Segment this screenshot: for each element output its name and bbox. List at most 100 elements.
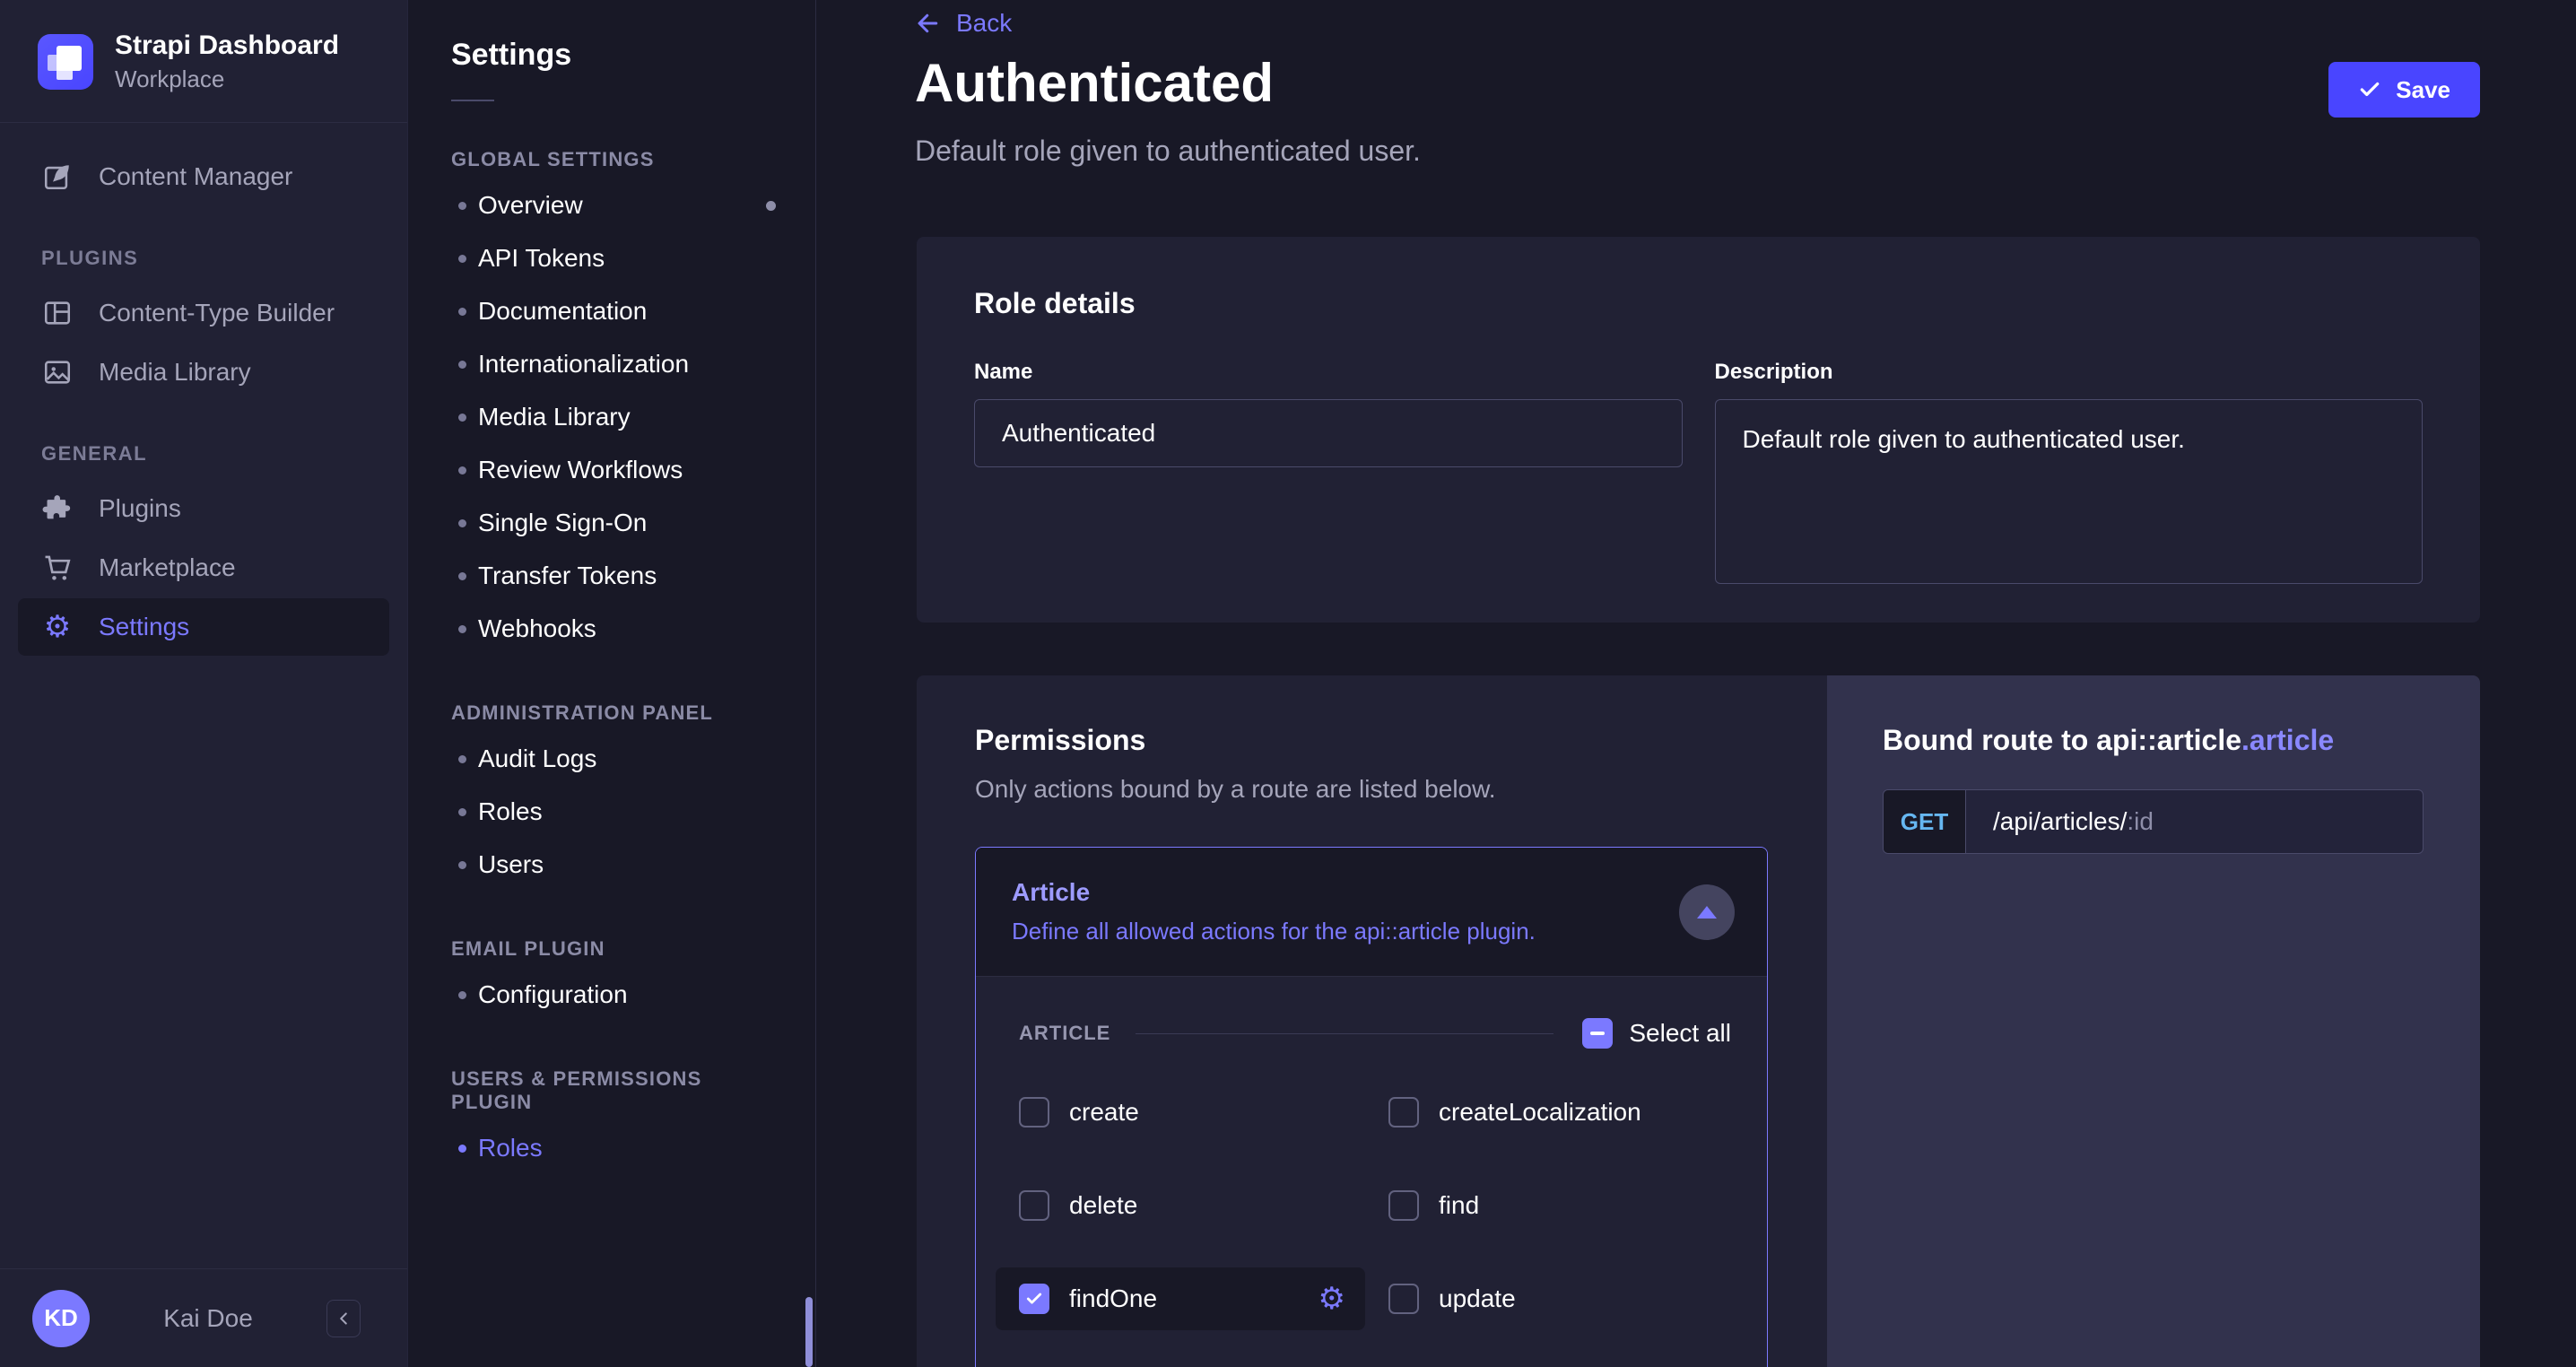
actions-grid: create createLocalization delete find fi… [996, 1092, 1731, 1330]
settings-item-documentation[interactable]: Documentation [408, 284, 815, 337]
gear-icon: ⚙ [43, 610, 72, 644]
name-input[interactable] [974, 399, 1683, 467]
advanced-settings-gear-icon[interactable]: ⚙ [1318, 1284, 1345, 1314]
settings-item-webhooks[interactable]: Webhooks [408, 602, 815, 655]
article-accordion-body: ARTICLE Select all create createLocaliza… [976, 977, 1767, 1367]
delete-checkbox[interactable] [1019, 1190, 1049, 1221]
article-accordion-header[interactable]: Article Define all allowed actions for t… [976, 848, 1767, 977]
createLocalization-checkbox[interactable] [1388, 1097, 1419, 1128]
settings-item-overview[interactable]: Overview [408, 178, 815, 231]
sidebar-item-content-manager[interactable]: Content Manager [18, 148, 389, 205]
main-navigation: Content Manager PLUGINS Content-Type Bui… [0, 123, 407, 656]
notification-dot [766, 200, 776, 211]
back-link[interactable]: Back [915, 9, 1012, 38]
description-textarea[interactable]: Default role given to authenticated user… [1714, 399, 2423, 584]
page-title: Authenticated [915, 53, 1275, 113]
article-group-row: ARTICLE Select all [1019, 1018, 1731, 1049]
user-row: KD Kai Doe [0, 1268, 407, 1367]
route-param: :id [2127, 807, 2154, 835]
findOne-checkbox[interactable] [1019, 1284, 1049, 1314]
settings-item-review-workflows[interactable]: Review Workflows [408, 443, 815, 496]
section-email-plugin: EMAIL PLUGIN [451, 937, 605, 960]
select-all-label: Select all [1629, 1019, 1731, 1047]
cart-icon [41, 552, 74, 584]
collapse-sidebar-button[interactable] [326, 1299, 361, 1337]
sidebar-item-marketplace[interactable]: Marketplace [18, 539, 389, 596]
section-global-settings: GLOBAL SETTINGS [451, 148, 655, 170]
bound-route-title: Bound route to api::article.article [1883, 724, 2335, 756]
permissions-subtitle: Only actions bound by a route are listed… [975, 775, 1496, 803]
name-label: Name [974, 360, 1033, 384]
sidebar-item-media-library[interactable]: Media Library [18, 344, 389, 401]
section-administration-panel: ADMINISTRATION PANEL [451, 701, 714, 724]
permissions-section: Permissions Only actions bound by a rout… [917, 675, 2480, 1367]
strapi-logo-icon [38, 34, 93, 90]
name-field-group: Name [974, 360, 1683, 588]
page-subtitle: Default role given to authenticated user… [915, 135, 1421, 167]
feather-icon [41, 161, 74, 193]
check-icon [1026, 1293, 1042, 1304]
http-method-badge: GET [1884, 790, 1966, 853]
sidebar-item-label: Content-Type Builder [99, 299, 335, 327]
sidebar-item-label: Settings [99, 613, 190, 640]
permission-findOne[interactable]: findOne ⚙ [996, 1267, 1365, 1330]
sidebar-item-plugins[interactable]: Plugins [18, 480, 389, 537]
primary-sidebar: Strapi Dashboard Workplace Content Manag… [0, 0, 408, 1367]
accordion-description: Define all allowed actions for the api::… [1012, 918, 1536, 945]
app-title: Strapi Dashboard [115, 30, 340, 60]
settings-item-single-sign-on[interactable]: Single Sign-On [408, 496, 815, 549]
settings-item-admin-roles[interactable]: Roles [408, 785, 815, 838]
group-label: ARTICLE [1019, 1022, 1111, 1044]
avatar[interactable]: KD [32, 1289, 90, 1347]
sidebar-item-settings[interactable]: ⚙ Settings [18, 598, 389, 656]
group-divider [1136, 1032, 1554, 1034]
permission-createLocalization: createLocalization [1388, 1092, 1731, 1133]
settings-item-media-library[interactable]: Media Library [408, 390, 815, 443]
sidebar-item-label: Content Manager [99, 162, 293, 190]
create-checkbox[interactable] [1019, 1097, 1049, 1128]
settings-item-internationalization[interactable]: Internationalization [408, 337, 815, 390]
permission-create: create [1019, 1092, 1388, 1133]
select-all-checkbox[interactable] [1582, 1018, 1614, 1049]
permissions-card: Permissions Only actions bound by a rout… [917, 675, 1827, 1367]
role-details-card: Role details Name Description Default ro… [917, 237, 2480, 623]
arrow-left-icon [915, 10, 942, 37]
collapse-accordion-button[interactable] [1679, 884, 1735, 940]
settings-item-up-roles[interactable]: Roles [408, 1121, 815, 1174]
workspace-switcher[interactable]: Strapi Dashboard Workplace [0, 0, 407, 123]
sidebar-section-plugins: PLUGINS [41, 247, 139, 269]
content-type-builder-icon [41, 297, 74, 329]
settings-item-configuration[interactable]: Configuration [408, 968, 815, 1021]
sidebar-item-label: Plugins [99, 494, 181, 522]
route-bar: GET /api/articles/:id [1883, 789, 2424, 854]
settings-item-audit-logs[interactable]: Audit Logs [408, 732, 815, 785]
permission-find: find [1388, 1185, 1731, 1226]
update-checkbox[interactable] [1388, 1284, 1419, 1314]
settings-item-transfer-tokens[interactable]: Transfer Tokens [408, 549, 815, 602]
check-icon [2358, 78, 2381, 101]
bound-route-panel: Bound route to api::article.article GET … [1827, 675, 2480, 1367]
chevron-up-icon [1697, 905, 1717, 919]
settings-sidebar-title: Settings [451, 38, 572, 72]
main-content: Back Authenticated Default role given to… [816, 0, 2576, 1367]
sidebar-section-general: GENERAL [41, 442, 148, 465]
sidebar-item-label: Media Library [99, 358, 251, 386]
puzzle-icon [41, 492, 74, 525]
settings-item-users[interactable]: Users [408, 838, 815, 891]
sidebar-item-label: Marketplace [99, 553, 236, 581]
find-checkbox[interactable] [1388, 1190, 1419, 1221]
permission-delete: delete [1019, 1185, 1388, 1226]
scrollbar-thumb[interactable] [805, 1297, 813, 1367]
article-accordion: Article Define all allowed actions for t… [975, 847, 1768, 1367]
chevron-left-icon [334, 1309, 353, 1328]
description-field-group: Description Default role given to authen… [1714, 360, 2423, 588]
settings-sidebar: Settings GLOBAL SETTINGS Overview API To… [408, 0, 816, 1367]
save-button[interactable]: Save [2328, 62, 2480, 118]
permission-update: update [1388, 1278, 1731, 1319]
title-divider [451, 100, 494, 101]
permissions-title: Permissions [975, 724, 1146, 756]
role-details-form: Name Description Default role given to a… [974, 360, 2423, 588]
settings-item-api-tokens[interactable]: API Tokens [408, 231, 815, 284]
sidebar-item-content-type-builder[interactable]: Content-Type Builder [18, 284, 389, 342]
section-users-permissions-plugin: USERS & PERMISSIONS PLUGIN [451, 1067, 702, 1113]
